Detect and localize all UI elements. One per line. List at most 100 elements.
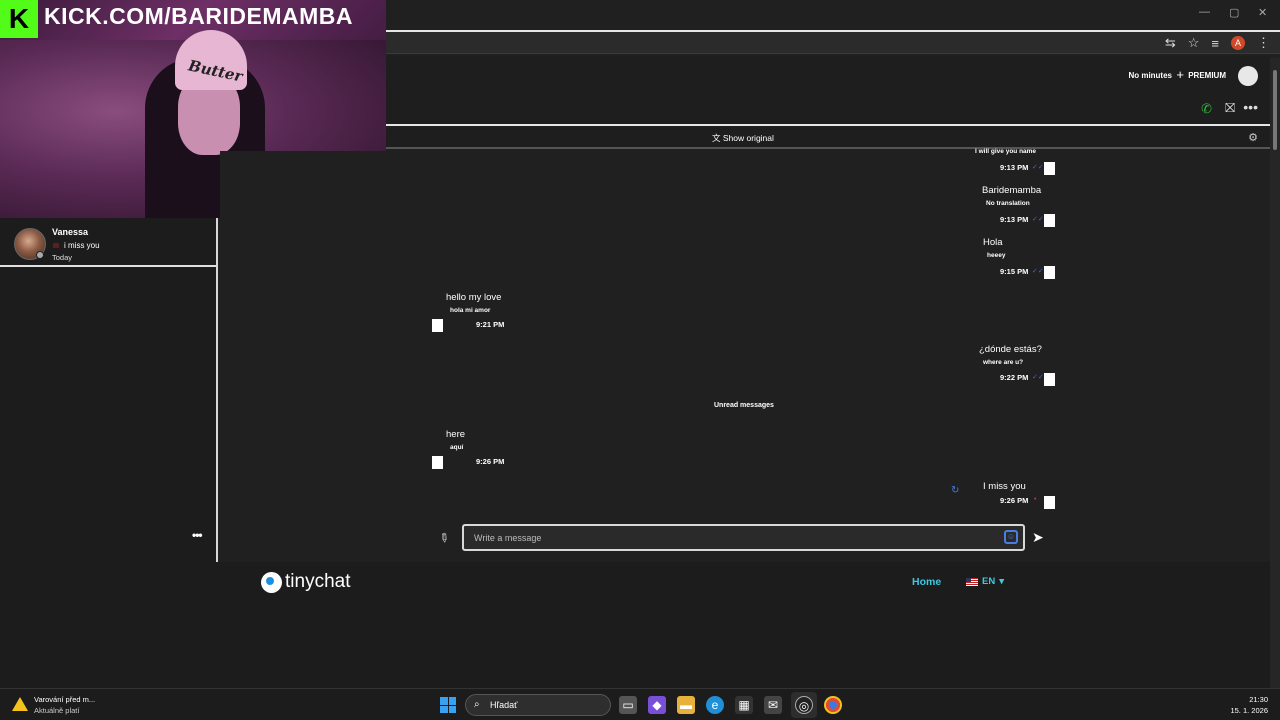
- message-translation: aquí: [450, 444, 464, 451]
- media-icon[interactable]: ≡: [1211, 36, 1219, 51]
- contact-time: Today: [52, 253, 73, 262]
- page-scrollbar[interactable]: [1270, 58, 1280, 688]
- close-icon[interactable]: ✕: [1258, 6, 1267, 19]
- profile-icon[interactable]: A: [1231, 36, 1245, 50]
- message-text: here: [446, 429, 466, 440]
- menu-icon[interactable]: ⋮: [1257, 35, 1270, 51]
- premium-button[interactable]: PREMIUM: [1188, 71, 1226, 80]
- message-text: hello my love: [446, 292, 502, 303]
- contact-item[interactable]: Vanessa i miss you Today: [0, 218, 216, 267]
- message-text: I miss you: [983, 481, 1026, 492]
- clock-time: 21:30: [1249, 695, 1268, 704]
- message-input[interactable]: [462, 524, 1025, 551]
- message-avatar-placeholder: [1044, 266, 1055, 279]
- star-icon[interactable]: ☆: [1188, 35, 1200, 51]
- message-time: 9:15 PM: [1000, 267, 1029, 276]
- message-time: 9:13 PM: [1000, 163, 1029, 172]
- message-text: ¿dónde estás?: [979, 344, 1042, 355]
- tinychat-logo[interactable]: tinychat: [261, 571, 350, 593]
- translate-icon[interactable]: ⇆: [1165, 35, 1176, 51]
- home-link[interactable]: Home: [912, 576, 941, 588]
- kick-logo: K: [0, 0, 38, 38]
- weather-warning-title[interactable]: Varování před m...: [34, 695, 95, 704]
- address-bar[interactable]: ⇆ ☆ ≡ A ⋮: [386, 30, 1280, 54]
- message-avatar-placeholder: [1044, 496, 1055, 509]
- show-original-button[interactable]: 文 Show original: [712, 132, 774, 144]
- more-options-icon[interactable]: •••: [1243, 99, 1258, 115]
- chat-messages: I will give you name 9:13 PM ✓✓ Baridema…: [220, 148, 1270, 521]
- send-icon[interactable]: ➤: [1032, 529, 1044, 546]
- scrollbar-thumb[interactable]: [1273, 70, 1277, 150]
- read-check-icon: ✓✓: [1032, 216, 1044, 223]
- browser-titlebar: — ▢ ✕: [386, 0, 1280, 30]
- contact-last-message: i miss you: [64, 241, 100, 250]
- status-indicator: [36, 251, 44, 259]
- read-check-icon: ✓✓: [1032, 268, 1044, 275]
- brand-name: tinychat: [285, 571, 351, 592]
- message-time: 9:13 PM: [1000, 215, 1029, 224]
- language-selector[interactable]: EN ▾: [966, 576, 1004, 587]
- message-avatar-placeholder: [1044, 373, 1055, 386]
- message-partial: I will give you name: [975, 148, 1036, 155]
- message-outgoing: I miss you: [983, 481, 1026, 492]
- message-translation: hola mi amor: [450, 307, 491, 314]
- add-minutes-button[interactable]: +: [1176, 67, 1184, 82]
- phone-icon[interactable]: ✆: [1201, 101, 1212, 117]
- app-header: No minutes + PREMIUM ✆ ⛝ •••: [386, 56, 1270, 126]
- message-incoming: here aquí: [446, 429, 465, 451]
- message-incoming: hello my love hola mi amor: [446, 292, 501, 314]
- flag-icon: [53, 243, 59, 248]
- windows-start-icon[interactable]: [440, 697, 456, 713]
- attach-icon[interactable]: ✎: [436, 529, 453, 546]
- message-time: 9:26 PM: [476, 457, 505, 466]
- store-icon[interactable]: ▦: [735, 696, 753, 714]
- copilot-icon[interactable]: ◆: [648, 696, 666, 714]
- language-label: EN: [982, 576, 996, 587]
- message-time: 9:26 PM: [1000, 496, 1029, 505]
- contact-name: Vanessa: [52, 227, 89, 237]
- file-explorer-icon[interactable]: ▬: [677, 696, 695, 714]
- site-footer: tinychat Home EN ▾: [0, 562, 1270, 688]
- message-avatar-placeholder: [1044, 214, 1055, 227]
- user-avatar[interactable]: [1238, 66, 1258, 86]
- gift-icon[interactable]: ⛝: [1225, 100, 1235, 116]
- warning-icon[interactable]: [12, 697, 28, 711]
- message-outgoing: ¿dónde estás? where are u?: [979, 344, 1042, 366]
- system-clock[interactable]: 21:30 15. 1. 2026: [1230, 694, 1268, 716]
- maximize-icon[interactable]: ▢: [1229, 6, 1239, 19]
- message-text: Hola: [983, 237, 1003, 248]
- taskbar-search[interactable]: ⌕ Hľadať: [465, 694, 611, 716]
- show-original-label: Show original: [722, 133, 774, 143]
- minimize-icon[interactable]: —: [1199, 6, 1210, 18]
- chrome-icon[interactable]: [824, 696, 842, 714]
- message-outgoing: Baridemamba No translation: [982, 185, 1041, 207]
- message-composer: ✎ ☺ ➤: [220, 521, 1270, 561]
- outlook-icon[interactable]: ✉: [764, 696, 782, 714]
- resend-icon[interactable]: ↻: [951, 485, 959, 496]
- sender-avatar-placeholder: [432, 319, 443, 332]
- windows-taskbar: Varování před m... Aktuálně platí ⌕ Hľad…: [0, 688, 1280, 720]
- message-outgoing: Hola heeey: [983, 237, 1005, 259]
- message-translation: I will give you name: [975, 148, 1037, 155]
- read-check-icon: ✓✓: [1032, 374, 1044, 381]
- minutes-label[interactable]: No minutes: [1128, 71, 1172, 80]
- sidebar-more-button[interactable]: •••: [192, 528, 203, 542]
- message-time: 9:22 PM: [1000, 373, 1029, 382]
- settings-sliders-icon[interactable]: ⚙: [1248, 131, 1258, 144]
- us-flag-icon: [966, 577, 978, 586]
- message-time: 9:21 PM: [476, 320, 505, 329]
- kick-channel-url: KICK.COM/BARIDEMAMBA: [44, 3, 353, 29]
- emoji-icon[interactable]: ☺: [1004, 530, 1018, 544]
- taskbar-search-placeholder: Hľadať: [490, 700, 518, 710]
- edge-icon[interactable]: e: [706, 696, 724, 714]
- unread-messages-divider: Unread messages: [714, 402, 774, 409]
- weather-warning-subtitle[interactable]: Aktuálně platí: [34, 706, 79, 715]
- clock-date: 15. 1. 2026: [1230, 706, 1268, 715]
- failed-status-icon: •: [1034, 496, 1037, 503]
- obs-icon[interactable]: ◎: [795, 696, 813, 714]
- message-translation: where are u?: [983, 359, 1024, 366]
- message-translation: heeey: [987, 252, 1006, 259]
- sender-avatar-placeholder: [432, 456, 443, 469]
- task-view-icon[interactable]: ▭: [619, 696, 637, 714]
- tinychat-logo-icon: [261, 571, 282, 593]
